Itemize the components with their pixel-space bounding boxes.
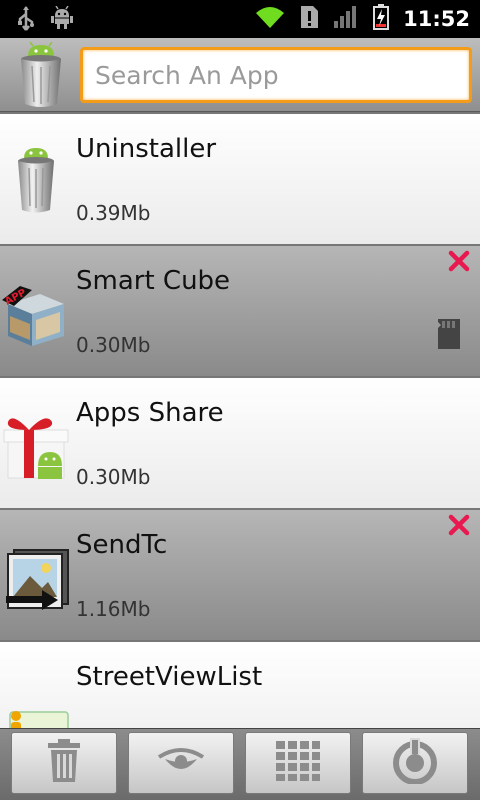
street-view-list-icon: List: [2, 672, 70, 728]
app-size: 0.39Mb: [76, 201, 151, 225]
app-size: 1.16Mb: [76, 597, 151, 621]
remove-x-icon[interactable]: [448, 250, 470, 276]
clock: 11:52: [403, 7, 470, 31]
list-item-smart-cube[interactable]: APP Smart Cube 0.30Mb: [0, 244, 480, 376]
app-name: SendTc: [76, 530, 168, 560]
remove-x-icon[interactable]: [448, 514, 470, 540]
signal-icon: [333, 5, 359, 33]
trash-can-android-icon: [16, 41, 66, 114]
app-name: Apps Share: [76, 398, 224, 428]
app-name: StreetViewList: [76, 662, 263, 692]
status-bar: 11:52: [0, 0, 480, 38]
grid-view-button[interactable]: [245, 732, 351, 794]
search-input[interactable]: [83, 50, 469, 100]
app-name: Smart Cube: [76, 266, 231, 296]
app-size: 0.30Mb: [76, 333, 151, 357]
eye-icon: [157, 745, 205, 781]
search-box[interactable]: [80, 47, 472, 103]
grid-icon: [276, 741, 320, 785]
battery-charging-icon: [373, 4, 390, 34]
view-button[interactable]: [128, 732, 234, 794]
gift-android-icon: [2, 408, 70, 480]
bottom-toolbar: [0, 728, 480, 800]
app-name: Uninstaller: [76, 134, 217, 164]
picture-send-icon: [2, 540, 70, 612]
power-icon: [392, 738, 438, 788]
trash-can-android-icon: [2, 144, 70, 216]
trash-icon: [47, 739, 81, 787]
app-list: Uninstaller 0.39Mb APP Smart Cube 0.30Mb: [0, 112, 480, 728]
cube-app-icon: APP: [2, 276, 70, 348]
list-item-sendtc[interactable]: SendTc 1.16Mb: [0, 508, 480, 640]
power-button[interactable]: [362, 732, 468, 794]
uninstall-button[interactable]: [11, 732, 117, 794]
usb-icon: [16, 6, 36, 36]
android-debug-icon: [50, 5, 74, 36]
list-item-uninstaller[interactable]: Uninstaller 0.39Mb: [0, 112, 480, 244]
sd-card-icon: [436, 318, 462, 354]
list-item-apps-share[interactable]: Apps Share 0.30Mb: [0, 376, 480, 508]
wifi-icon: [255, 5, 285, 33]
app-size: 0.30Mb: [76, 465, 151, 489]
app-header: [0, 38, 480, 112]
alert-icon: [299, 5, 319, 33]
list-item-streetviewlist[interactable]: List StreetViewList: [0, 640, 480, 728]
